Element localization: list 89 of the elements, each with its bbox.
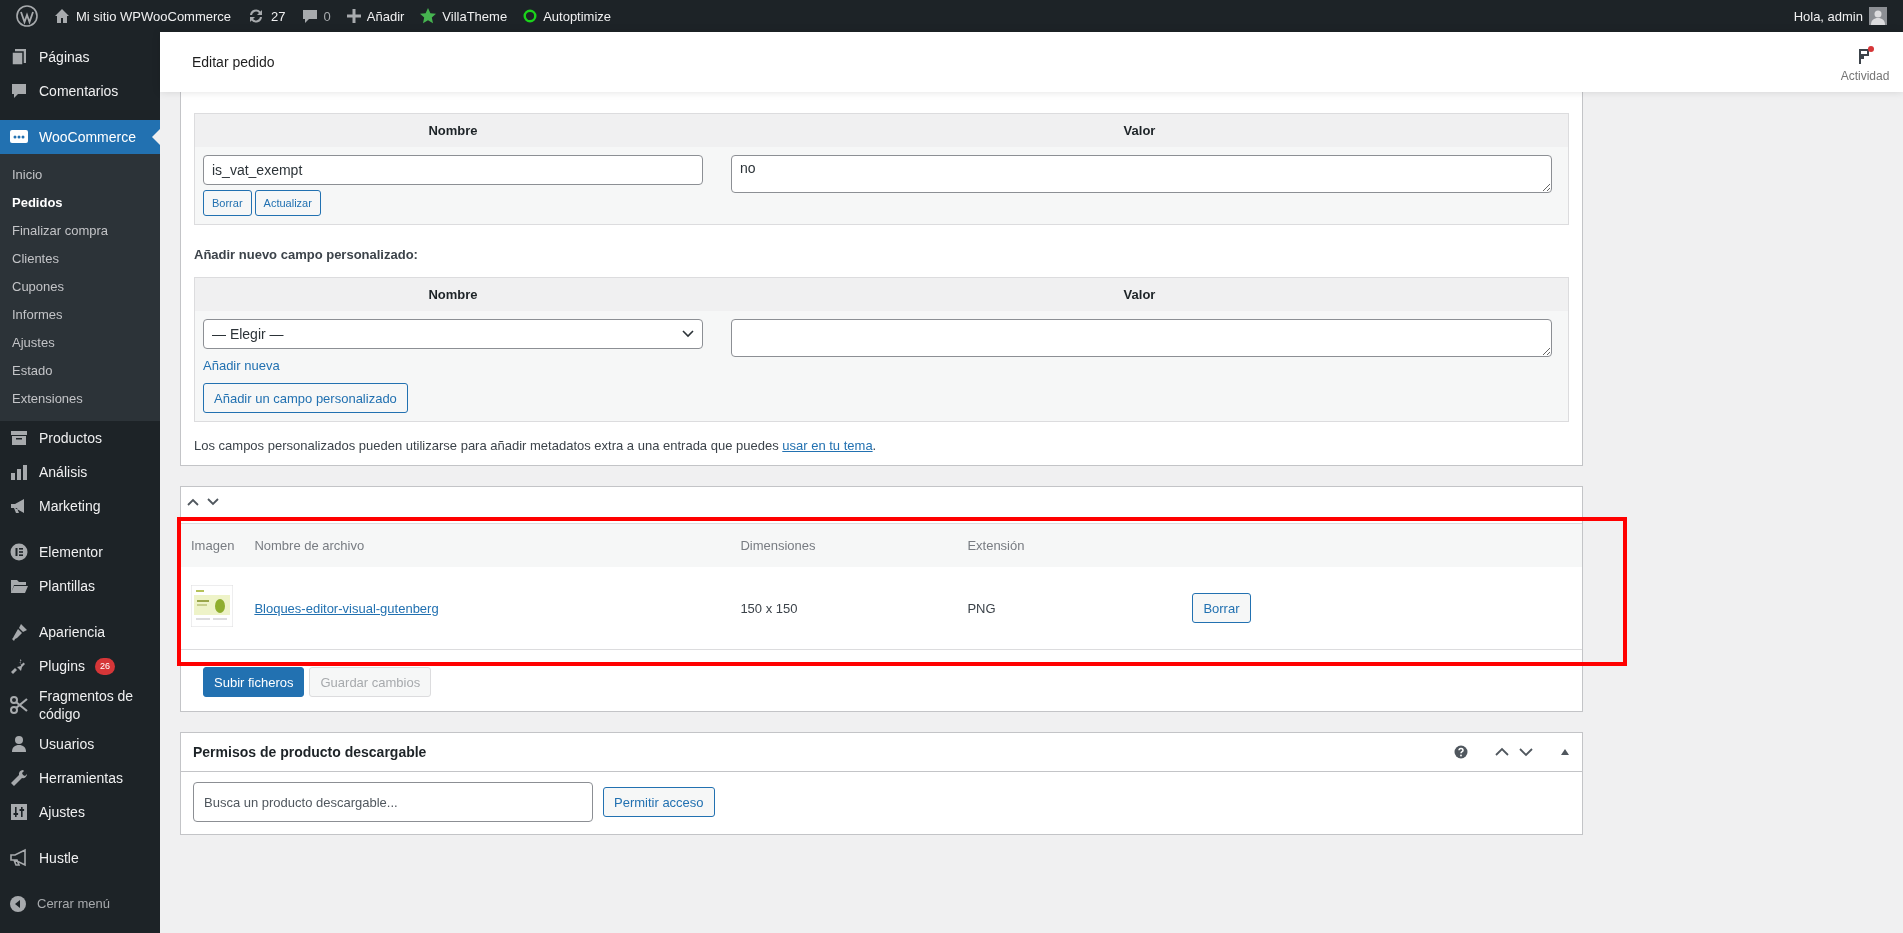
menu-item[interactable]: Elementor <box>0 535 160 569</box>
column-header: Extensión <box>957 523 1183 567</box>
submenu-item[interactable]: Pedidos <box>0 189 160 217</box>
field-action-button[interactable]: Borrar <box>203 190 252 216</box>
count-badge: 26 <box>94 657 115 675</box>
updates-link[interactable]: 27 <box>239 0 294 32</box>
help-text: Los campos personalizados pueden utilizarse para añadir metadatos extra a una entrada que puedes usar en tu tema. <box>194 438 878 453</box>
account-link[interactable]: Hola, admin <box>1785 0 1895 32</box>
update-count: 27 <box>271 8 286 24</box>
villatheme-link[interactable]: VillaTheme <box>412 0 516 32</box>
menu-item[interactable]: Herramientas <box>0 761 160 795</box>
field-action-button[interactable]: Actualizar <box>254 190 321 216</box>
menu-item[interactable]: Hustle <box>0 841 160 875</box>
search-field[interactable]: Busca un producto descargable... <box>193 782 593 822</box>
submenu-item[interactable]: Ajustes <box>0 329 160 357</box>
table-cell: PNG <box>957 567 1183 650</box>
field-value-input[interactable] <box>731 319 1552 357</box>
help-icon[interactable] <box>1454 745 1468 759</box>
home-icon <box>54 8 70 24</box>
speech-bubble-icon <box>9 81 29 101</box>
field-name-input[interactable]: is_vat_exempt <box>203 155 703 185</box>
menu-item[interactable]: Plugins 26 <box>0 649 160 683</box>
megaphone-icon <box>9 848 29 868</box>
autoptimize-label: Autoptimize <box>543 8 612 24</box>
collapse-menu-button[interactable]: Cerrar menú <box>0 887 160 921</box>
menu-item[interactable]: Páginas <box>0 40 160 74</box>
theme-link[interactable]: usar en tu tema <box>782 438 873 453</box>
submenu-item[interactable]: Inicio <box>0 161 160 189</box>
panel-title: Permisos de producto descargable <box>193 744 428 760</box>
add-field-button[interactable]: Añadir un campo personalizado <box>203 383 408 413</box>
autoptimize-link[interactable]: Autoptimize <box>515 0 620 32</box>
menu-item[interactable]: Plantillas <box>0 569 160 603</box>
grant-access-button[interactable]: Permitir acceso <box>603 787 715 817</box>
field-value-input[interactable]: no <box>731 155 1552 193</box>
column-header: Nombre <box>194 113 711 147</box>
menu-item[interactable]: Apariencia <box>0 615 160 649</box>
column-header: Dimensiones <box>730 523 958 567</box>
comment-count: 0 <box>323 8 331 24</box>
table-cell: 150 x 150 <box>730 567 958 650</box>
field-select[interactable]: — Elegir — <box>203 319 703 349</box>
column-header: Nombre de archivo <box>244 523 731 567</box>
submenu-item[interactable]: Clientes <box>0 245 160 273</box>
menu-item[interactable]: Ajustes <box>0 795 160 829</box>
avatar-icon <box>1869 7 1887 25</box>
column-header: Nombre <box>194 277 711 311</box>
menu-item[interactable]: Comentarios <box>0 74 160 108</box>
column-header: Valor <box>711 113 1569 147</box>
activity-button[interactable]: Actividad <box>1827 47 1903 83</box>
column-header: Valor <box>711 277 1569 311</box>
comments-link[interactable]: 0 <box>293 0 339 32</box>
villatheme-label: VillaTheme <box>442 8 508 24</box>
submenu-item[interactable]: Estado <box>0 357 160 385</box>
site-name: Mi sitio WPWooCommerce <box>76 8 232 24</box>
wrench-icon <box>9 768 29 788</box>
submenu-item[interactable]: Cupones <box>0 273 160 301</box>
menu-item[interactable]: Marketing <box>0 489 160 523</box>
section-title: Añadir nuevo campo personalizado: <box>194 247 419 262</box>
greeting: Hola, admin <box>1793 8 1863 24</box>
sliders-icon <box>9 802 29 822</box>
speech-bubble-icon <box>301 8 318 24</box>
menu-item[interactable]: Usuarios <box>0 727 160 761</box>
site-link[interactable]: Mi sitio WPWooCommerce <box>46 0 240 32</box>
collapse-icon <box>9 895 27 913</box>
menu-item[interactable]: WooCommerce <box>0 120 160 154</box>
document-icon <box>9 47 29 67</box>
new-label: Añadir <box>366 8 405 24</box>
scissors-icon <box>9 695 29 715</box>
bar-chart-icon <box>9 462 29 482</box>
menu-item[interactable]: Fragmentos de código <box>0 683 160 727</box>
new-link[interactable]: Añadir <box>338 0 413 32</box>
add-new-link[interactable]: Añadir nueva <box>203 358 280 373</box>
file-name-link[interactable]: Bloques-editor-visual-gutenberg <box>254 600 439 616</box>
person-icon <box>9 734 29 754</box>
menu-item[interactable]: Productos <box>0 421 160 455</box>
star-icon <box>420 8 437 24</box>
column-header: Imagen <box>181 523 245 567</box>
delete-button[interactable]: Borrar <box>1192 593 1251 623</box>
archive-box-icon <box>9 428 29 448</box>
page-title: Editar pedido <box>192 54 276 70</box>
menu-item[interactable]: Análisis <box>0 455 160 489</box>
submenu-item[interactable]: Extensiones <box>0 385 160 413</box>
upload-button[interactable]: Subir ficheros <box>203 667 305 697</box>
circle-logo-icon <box>9 542 29 562</box>
ring-icon <box>523 9 538 23</box>
chevron-down-icon <box>682 330 694 338</box>
submenu-item[interactable]: Informes <box>0 301 160 329</box>
triangle-up-icon[interactable] <box>1560 748 1570 756</box>
submenu-item[interactable]: Finalizar compra <box>0 217 160 245</box>
plus-icon <box>346 9 361 23</box>
